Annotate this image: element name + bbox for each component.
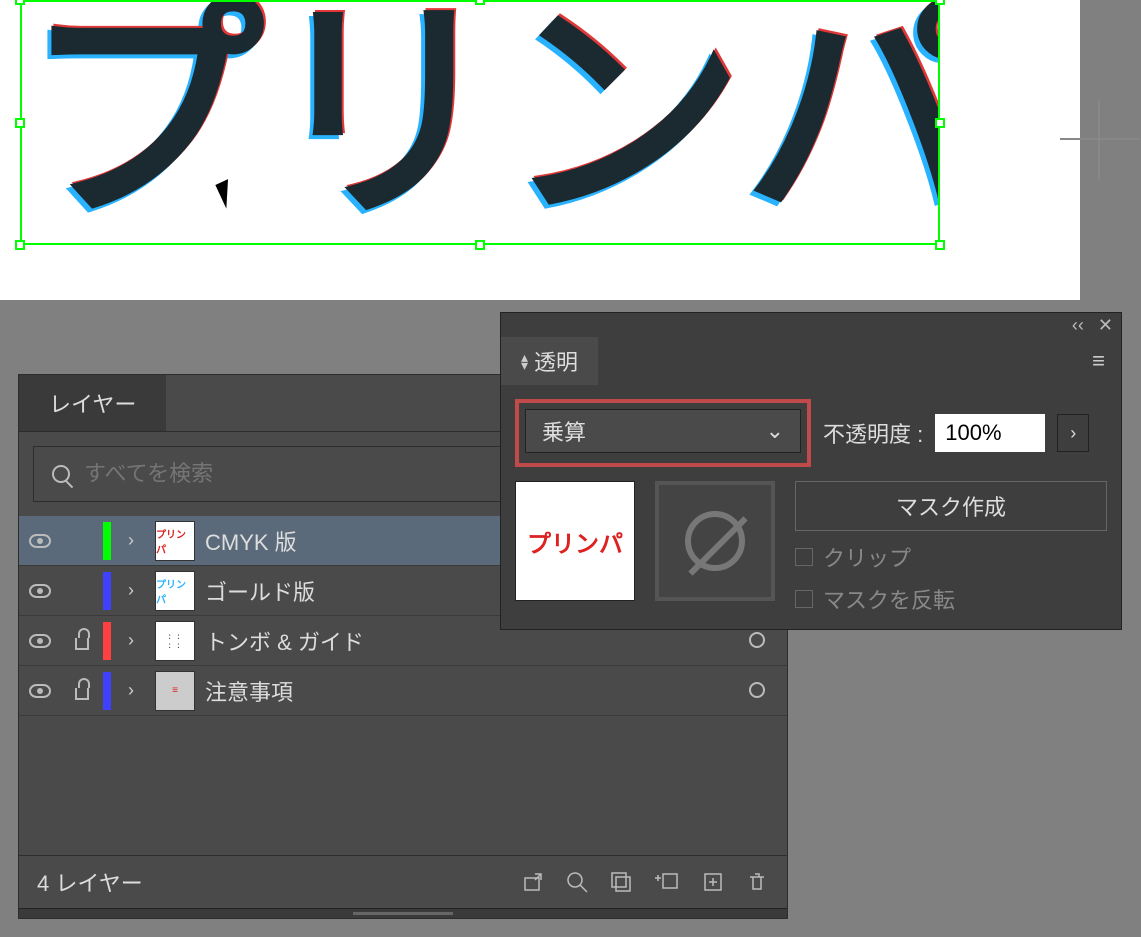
lock-toggle[interactable] xyxy=(61,682,103,700)
opacity-input[interactable]: 100% xyxy=(935,414,1045,452)
target-toggle[interactable] xyxy=(727,628,787,654)
selection-handle-e[interactable] xyxy=(935,118,945,128)
target-circle-icon xyxy=(749,682,765,698)
layer-color-indicator xyxy=(103,622,111,660)
chevron-down-icon: ⌄ xyxy=(766,418,784,444)
transparency-thumbnail[interactable]: プリンパ xyxy=(515,481,635,601)
blend-mode-highlight: 乗算 ⌄ xyxy=(515,399,811,467)
updown-icon: ▴▾ xyxy=(521,353,526,369)
layer-color-indicator xyxy=(103,522,111,560)
eye-icon xyxy=(29,584,51,598)
eye-icon xyxy=(29,634,51,648)
layer-name[interactable]: 注意事項 xyxy=(205,675,727,707)
mask-thumbnail[interactable] xyxy=(655,481,775,601)
no-mask-icon xyxy=(685,511,745,571)
eye-icon xyxy=(29,684,51,698)
invert-label: マスクを反転 xyxy=(823,583,955,615)
layers-footer: 4 レイヤー xyxy=(19,855,787,908)
opacity-label: 不透明度 : xyxy=(823,417,923,449)
visibility-toggle[interactable] xyxy=(19,634,61,648)
invert-mask-checkbox-row[interactable]: マスクを反転 xyxy=(795,583,1107,615)
lock-toggle[interactable] xyxy=(61,632,103,650)
new-sublayer-icon[interactable] xyxy=(653,870,681,894)
panel-menu-icon[interactable]: ≡ xyxy=(1076,348,1121,374)
layer-color-indicator xyxy=(103,572,111,610)
layers-tab[interactable]: レイヤー xyxy=(19,375,166,431)
transparency-tab[interactable]: ▴▾ 透明 xyxy=(501,337,598,385)
expand-toggle[interactable]: › xyxy=(111,680,151,701)
selection-handle-se[interactable] xyxy=(935,240,945,250)
blend-mode-value: 乗算 xyxy=(542,415,586,447)
expand-toggle[interactable]: › xyxy=(111,580,151,601)
opacity-stepper[interactable]: › xyxy=(1057,414,1089,452)
clip-checkbox-row[interactable]: クリップ xyxy=(795,541,1107,573)
make-mask-button[interactable]: マスク作成 xyxy=(795,481,1107,531)
panel-resize-grip[interactable] xyxy=(19,908,787,918)
target-circle-icon xyxy=(749,632,765,648)
panel-titlebar[interactable]: ‹‹ ✕ xyxy=(501,313,1121,337)
eye-icon xyxy=(29,534,51,548)
checkbox-icon xyxy=(795,548,813,566)
target-toggle[interactable] xyxy=(727,678,787,704)
selection-handle-w[interactable] xyxy=(15,118,25,128)
selection-handle-s[interactable] xyxy=(475,240,485,250)
clip-label: クリップ xyxy=(823,541,911,573)
layer-count-label: 4 レイヤー xyxy=(37,866,143,898)
selection-box[interactable] xyxy=(20,0,940,245)
selection-handle-nw[interactable] xyxy=(15,0,25,5)
transparency-tab-label: 透明 xyxy=(534,345,578,377)
checkbox-icon xyxy=(795,590,813,608)
selection-handle-n[interactable] xyxy=(475,0,485,5)
selection-handle-sw[interactable] xyxy=(15,240,25,250)
layer-row[interactable]: › ≡ 注意事項 xyxy=(19,666,787,716)
transparency-tab-row: ▴▾ 透明 ≡ xyxy=(501,337,1121,385)
collect-icon[interactable] xyxy=(609,870,633,894)
visibility-toggle[interactable] xyxy=(19,584,61,598)
blend-mode-select[interactable]: 乗算 ⌄ xyxy=(525,409,801,453)
expand-toggle[interactable]: › xyxy=(111,630,151,651)
selection-handle-ne[interactable] xyxy=(935,0,945,5)
registration-mark xyxy=(1060,100,1140,180)
visibility-toggle[interactable] xyxy=(19,534,61,548)
expand-toggle[interactable]: › xyxy=(111,530,151,551)
search-icon xyxy=(52,465,70,483)
export-icon[interactable] xyxy=(521,870,545,894)
layer-color-indicator xyxy=(103,672,111,710)
layer-thumbnail: プリンパ xyxy=(155,571,195,611)
visibility-toggle[interactable] xyxy=(19,684,61,698)
layer-thumbnail: プリンパ xyxy=(155,521,195,561)
layer-thumbnail: : :: : xyxy=(155,621,195,661)
transparency-panel: ‹‹ ✕ ▴▾ 透明 ≡ 乗算 ⌄ 不透明度 : 100% › プリンパ xyxy=(500,312,1122,630)
new-layer-icon[interactable] xyxy=(701,870,725,894)
lock-icon xyxy=(75,688,89,700)
locate-icon[interactable] xyxy=(565,870,589,894)
layer-thumbnail: ≡ xyxy=(155,671,195,711)
close-icon[interactable]: ✕ xyxy=(1098,315,1113,336)
selected-artwork[interactable]: プリンパ プリンパ プリンパ xyxy=(20,0,940,260)
collapse-icon[interactable]: ‹‹ xyxy=(1072,315,1084,336)
lock-icon xyxy=(75,638,89,650)
delete-icon[interactable] xyxy=(745,870,769,894)
canvas-area[interactable]: プリンパ プリンパ プリンパ xyxy=(0,0,1080,300)
